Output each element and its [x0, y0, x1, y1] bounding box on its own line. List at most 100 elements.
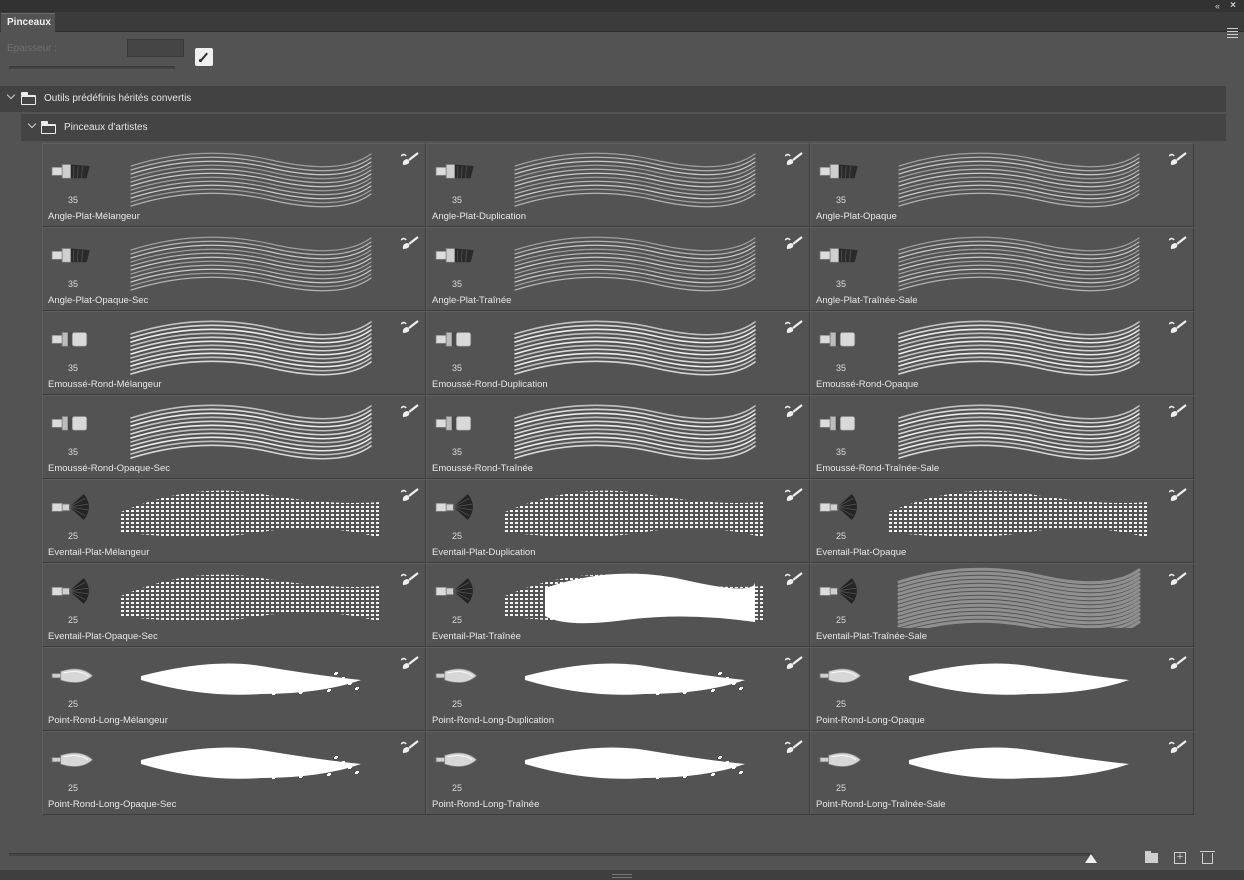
- group-label: Outils prédéfinis hérités convertis: [44, 93, 192, 104]
- resize-gripper[interactable]: [612, 874, 632, 878]
- brush-name: Point-Rond-Long-Opaque-Sec: [48, 799, 177, 810]
- mixer-brush-icon: [401, 656, 419, 669]
- brush-size: 35: [836, 279, 847, 289]
- brush-tip-icon: [51, 578, 89, 604]
- brush-name: Emoussé-Rond-Traînée: [432, 463, 534, 474]
- brush-preset[interactable]: 25 Point-Rond-Long-Traînée: [426, 731, 810, 815]
- brush-size: 35: [836, 447, 847, 457]
- brush-size: 35: [68, 279, 79, 289]
- folder-icon: [21, 92, 36, 105]
- brush-tip-icon: [435, 578, 473, 604]
- brush-tip-icon: [819, 164, 858, 179]
- mixer-brush-icon: [401, 152, 419, 165]
- brush-stroke-preview: [909, 663, 1129, 695]
- brush-preset[interactable]: 35 Angle-Plat-Opaque: [810, 143, 1194, 227]
- brush-name: Point-Rond-Long-Traînée: [432, 799, 540, 810]
- thickness-input[interactable]: [127, 39, 184, 57]
- brush-size: 25: [836, 531, 847, 541]
- panel-menu-icon[interactable]: [1227, 28, 1238, 40]
- brush-preset[interactable]: 35 Emoussé-Rond-Mélangeur: [42, 311, 426, 395]
- brush-preset[interactable]: 35 Angle-Plat-Traînée-Sale: [810, 227, 1194, 311]
- brush-name: Emoussé-Rond-Mélangeur: [48, 379, 162, 390]
- tab-pinceaux[interactable]: Pinceaux: [1, 13, 55, 32]
- brush-stroke-preview: [525, 747, 745, 779]
- close-icon[interactable]: ×: [1230, 0, 1236, 12]
- brush-name: Point-Rond-Long-Traînée-Sale: [816, 799, 946, 810]
- brush-tip-icon: [51, 248, 90, 263]
- mixer-brush-icon: [401, 488, 419, 501]
- mixer-brush-icon: [785, 488, 803, 501]
- new-group-icon[interactable]: [1145, 851, 1158, 863]
- brush-stroke-preview: [505, 573, 765, 624]
- mixer-brush-icon: [1169, 404, 1187, 417]
- chevron-down-icon[interactable]: [6, 90, 16, 100]
- brush-preset[interactable]: 35 Emoussé-Rond-Opaque: [810, 311, 1194, 395]
- brush-preset[interactable]: 25 Point-Rond-Long-Traînée-Sale: [810, 731, 1194, 815]
- slider-thumb[interactable]: [1085, 854, 1097, 863]
- brush-preset[interactable]: 25 Eventail-Plat-Opaque-Sec: [42, 563, 426, 647]
- brush-preset[interactable]: 25 Point-Rond-Long-Duplication: [426, 647, 810, 731]
- brush-preset[interactable]: 25 Point-Rond-Long-Opaque-Sec: [42, 731, 426, 815]
- brush-preset[interactable]: 35 Angle-Plat-Opaque-Sec: [42, 227, 426, 311]
- brush-preset[interactable]: 35 Emoussé-Rond-Opaque-Sec: [42, 395, 426, 479]
- trash-icon[interactable]: [1200, 851, 1215, 864]
- mixer-brush-icon: [785, 236, 803, 249]
- brush-name: Eventail-Plat-Traînée: [432, 631, 521, 642]
- brush-tip-icon: [435, 668, 478, 683]
- brush-preset[interactable]: 35 Angle-Plat-Traînée: [426, 227, 810, 311]
- new-brush-icon[interactable]: +: [1174, 852, 1186, 864]
- brush-settings-icon[interactable]: [195, 48, 213, 66]
- brush-stroke-preview: [121, 574, 381, 622]
- brush-stroke-preview: [141, 663, 361, 695]
- brush-tip-icon: [435, 164, 474, 179]
- brush-preset[interactable]: 25 Eventail-Plat-Traînée: [426, 563, 810, 647]
- brush-preset[interactable]: 35 Emoussé-Rond-Traînée-Sale: [810, 395, 1194, 479]
- mixer-brush-icon: [785, 152, 803, 165]
- brush-size: 25: [452, 783, 463, 793]
- brush-stroke-preview: [130, 320, 372, 376]
- brush-size: 25: [452, 531, 463, 541]
- brush-name: Angle-Plat-Duplication: [432, 211, 526, 222]
- brush-preset[interactable]: 25 Point-Rond-Long-Opaque: [810, 647, 1194, 731]
- chevron-down-icon[interactable]: [27, 119, 37, 129]
- brush-name: Emoussé-Rond-Duplication: [432, 379, 548, 390]
- brush-name: Eventail-Plat-Opaque-Sec: [48, 631, 158, 642]
- brush-name: Angle-Plat-Mélangeur: [48, 211, 140, 222]
- brush-tip-icon: [51, 416, 88, 431]
- brush-stroke-preview: [898, 152, 1140, 208]
- group-artist-brushes[interactable]: Pinceaux d'artistes: [21, 114, 1226, 141]
- brush-preset[interactable]: 25 Eventail-Plat-Opaque: [810, 479, 1194, 563]
- group-legacy-presets[interactable]: Outils prédéfinis hérités convertis: [0, 86, 1226, 112]
- brush-preset[interactable]: 25 Eventail-Plat-Mélangeur: [42, 479, 426, 563]
- brush-preset[interactable]: 25 Point-Rond-Long-Mélangeur: [42, 647, 426, 731]
- mixer-brush-icon: [1169, 740, 1187, 753]
- brush-preset[interactable]: 25 Eventail-Plat-Traînée-Sale: [810, 563, 1194, 647]
- brush-stroke-preview: [898, 236, 1140, 292]
- mixer-brush-icon: [401, 320, 419, 333]
- brush-preset[interactable]: 35 Angle-Plat-Duplication: [426, 143, 810, 227]
- brush-stroke-preview: [514, 404, 756, 460]
- brush-name: Point-Rond-Long-Opaque: [816, 715, 925, 726]
- thickness-slider[interactable]: [9, 66, 175, 69]
- collapse-panels-icon[interactable]: «: [1215, 0, 1220, 12]
- brush-grid: 35 Angle-Plat-Mélangeur 35 Angle-Plat-Dupli…: [42, 143, 1194, 815]
- brush-stroke-preview: [898, 320, 1140, 376]
- brush-preset[interactable]: 25 Eventail-Plat-Duplication: [426, 479, 810, 563]
- brush-stroke-preview: [897, 567, 1141, 628]
- brush-name: Emoussé-Rond-Opaque-Sec: [48, 463, 170, 474]
- brush-preset[interactable]: 35 Angle-Plat-Mélangeur: [42, 143, 426, 227]
- brush-size: 25: [68, 699, 79, 709]
- brush-stroke-preview: [909, 747, 1129, 779]
- brush-preset[interactable]: 35 Emoussé-Rond-Duplication: [426, 311, 810, 395]
- mixer-brush-icon: [1169, 152, 1187, 165]
- brush-size: 25: [68, 783, 79, 793]
- preview-size-slider[interactable]: [9, 853, 1093, 856]
- brush-preset[interactable]: 35 Emoussé-Rond-Traînée: [426, 395, 810, 479]
- brush-stroke-preview: [130, 152, 372, 208]
- brush-size: 25: [68, 615, 79, 625]
- brush-stroke-preview: [141, 747, 361, 779]
- brush-tip-icon: [51, 668, 94, 683]
- mixer-brush-icon: [785, 740, 803, 753]
- brush-tip-icon: [819, 248, 858, 263]
- brush-name: Point-Rond-Long-Duplication: [432, 715, 554, 726]
